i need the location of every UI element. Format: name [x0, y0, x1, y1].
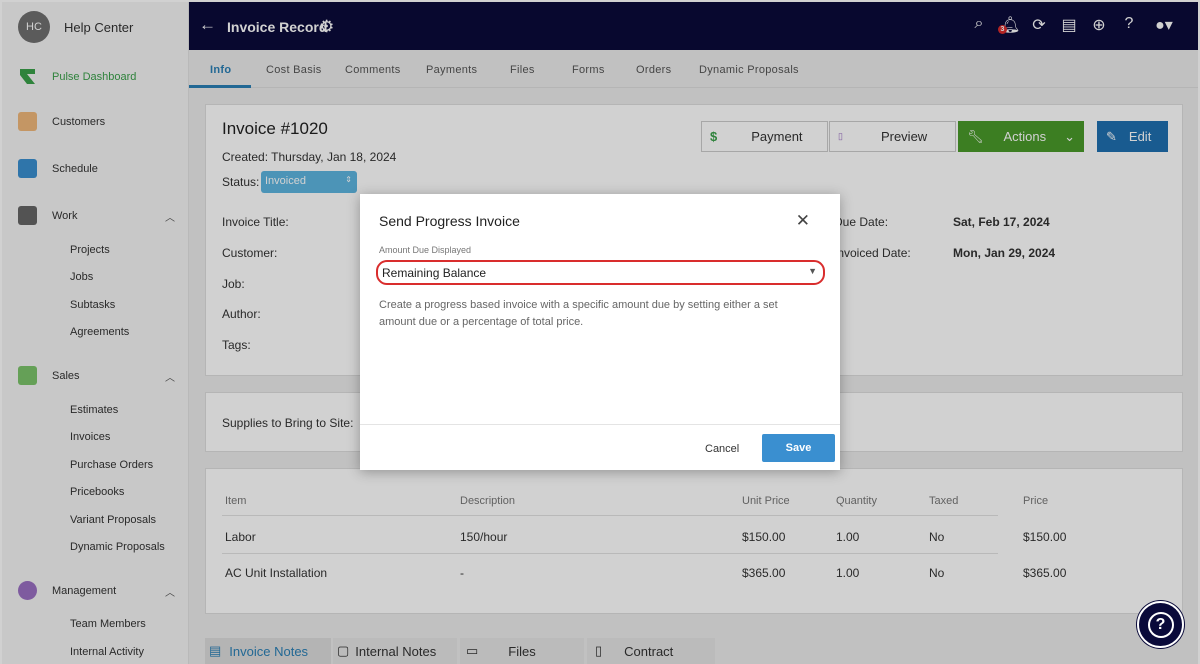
close-icon[interactable]: ✕ — [796, 211, 810, 231]
amount-due-label: Amount Due Displayed — [379, 245, 472, 255]
save-button[interactable]: Save — [762, 434, 835, 462]
amount-due-select[interactable]: Remaining Balance ▼ — [376, 260, 825, 285]
amount-due-value: Remaining Balance — [382, 266, 487, 280]
modal-title: Send Progress Invoice — [379, 213, 520, 229]
question-icon: ? — [1147, 611, 1174, 638]
help-fab-button[interactable]: ? — [1137, 601, 1184, 648]
cancel-button[interactable]: Cancel — [705, 443, 739, 455]
dropdown-arrow-icon: ▼ — [808, 266, 817, 276]
send-progress-invoice-modal: Send Progress Invoice ✕ Amount Due Displ… — [360, 194, 840, 470]
modal-description: Create a progress based invoice with a s… — [379, 299, 778, 328]
